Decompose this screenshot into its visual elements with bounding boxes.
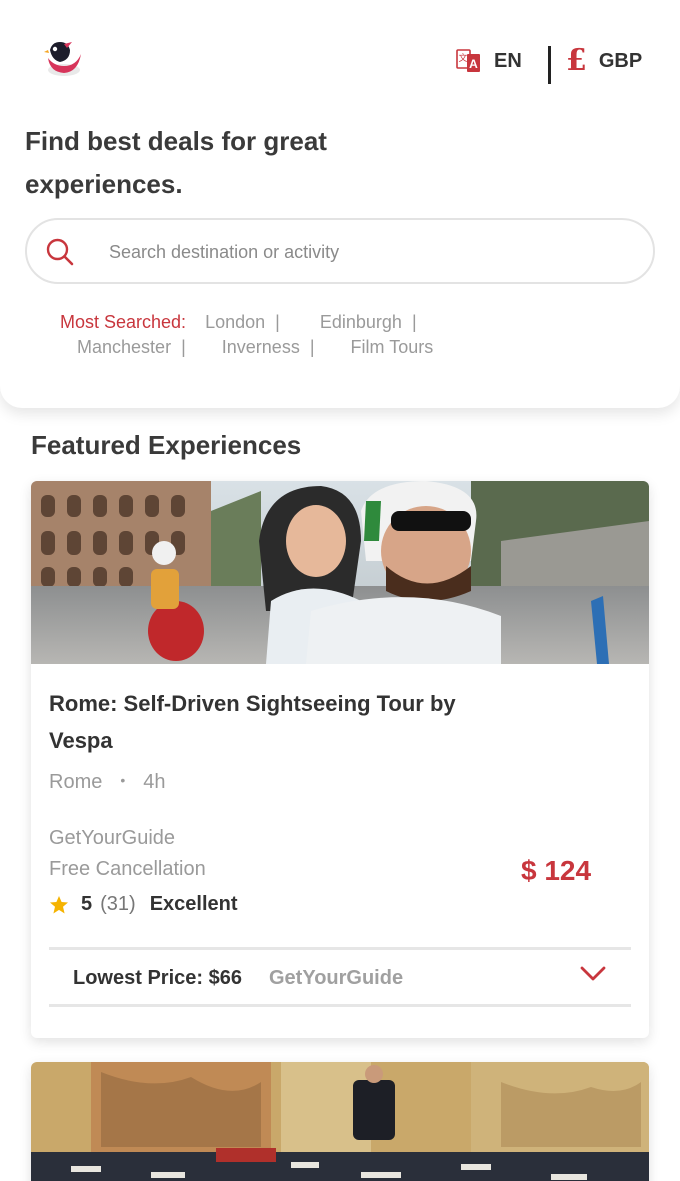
- experience-title[interactable]: Rome: Self-Driven Sightseeing Tour by Ve…: [49, 685, 489, 759]
- currency-label: GBP: [598, 49, 643, 72]
- translate-icon: A 文: [456, 49, 480, 72]
- search-icon[interactable]: [45, 237, 75, 267]
- svg-text:文: 文: [458, 52, 467, 64]
- most-searched-link-film-tours[interactable]: Film Tours: [351, 337, 434, 357]
- separator: |: [411, 312, 417, 332]
- separator: |: [275, 312, 280, 332]
- rating-score: 5: [81, 893, 93, 915]
- lowest-price-provider: GetYourGuide: [269, 967, 404, 989]
- separator: |: [181, 337, 186, 357]
- star-icon: [50, 895, 68, 913]
- experience-image[interactable]: [31, 481, 649, 664]
- most-searched-link-manchester[interactable]: Manchester: [77, 337, 171, 357]
- search-input[interactable]: [109, 232, 629, 272]
- pound-icon: £: [566, 43, 587, 78]
- most-searched-link-edinburgh[interactable]: Edinburgh: [320, 312, 402, 332]
- most-searched-link-inverness[interactable]: Inverness: [222, 337, 300, 357]
- experience-location: Rome: [49, 771, 103, 793]
- separator: |: [309, 337, 315, 357]
- experience-meta: Rome • 4h: [49, 771, 166, 794]
- experience-duration: 4h: [143, 771, 166, 793]
- header-divider: [548, 46, 551, 84]
- language-selector[interactable]: A 文 EN: [456, 48, 522, 74]
- chevron-down-icon[interactable]: [579, 964, 607, 984]
- most-searched-link-london[interactable]: London: [205, 312, 265, 332]
- experience-card[interactable]: Rome: Self-Driven Sightseeing Tour by Ve…: [31, 481, 649, 1038]
- language-label: EN: [494, 49, 522, 72]
- rating-count: (31): [100, 893, 136, 915]
- experience-rating: 5 (31) Excellent: [49, 893, 238, 916]
- experience-provider: GetYourGuide: [49, 827, 176, 849]
- section-title-featured: Featured Experiences: [31, 430, 302, 460]
- most-searched: Most Searched: London | Edinburgh | Manche…: [60, 310, 620, 360]
- separator: •: [120, 772, 126, 788]
- experience-card[interactable]: [31, 1062, 649, 1181]
- currency-selector[interactable]: £ GBP: [566, 46, 642, 76]
- cancellation-policy: Free Cancellation: [49, 858, 206, 880]
- rating-label: Excellent: [149, 893, 238, 915]
- lowest-price-label: Lowest Price: $66: [73, 967, 242, 989]
- experience-image[interactable]: [31, 1062, 649, 1181]
- lowest-price-toggle[interactable]: Lowest Price: $66 GetYourGuide: [49, 947, 631, 1007]
- svg-text:A: A: [469, 57, 478, 71]
- experience-price: $ 124: [521, 855, 592, 886]
- header-card: A 文 EN £ GBP Find best deals for great e…: [0, 0, 680, 408]
- logo-icon[interactable]: [42, 36, 84, 80]
- most-searched-title: Most Searched:: [60, 312, 187, 332]
- page-headline: Find best deals for great experiences.: [25, 126, 327, 199]
- search-bar[interactable]: [25, 218, 655, 284]
